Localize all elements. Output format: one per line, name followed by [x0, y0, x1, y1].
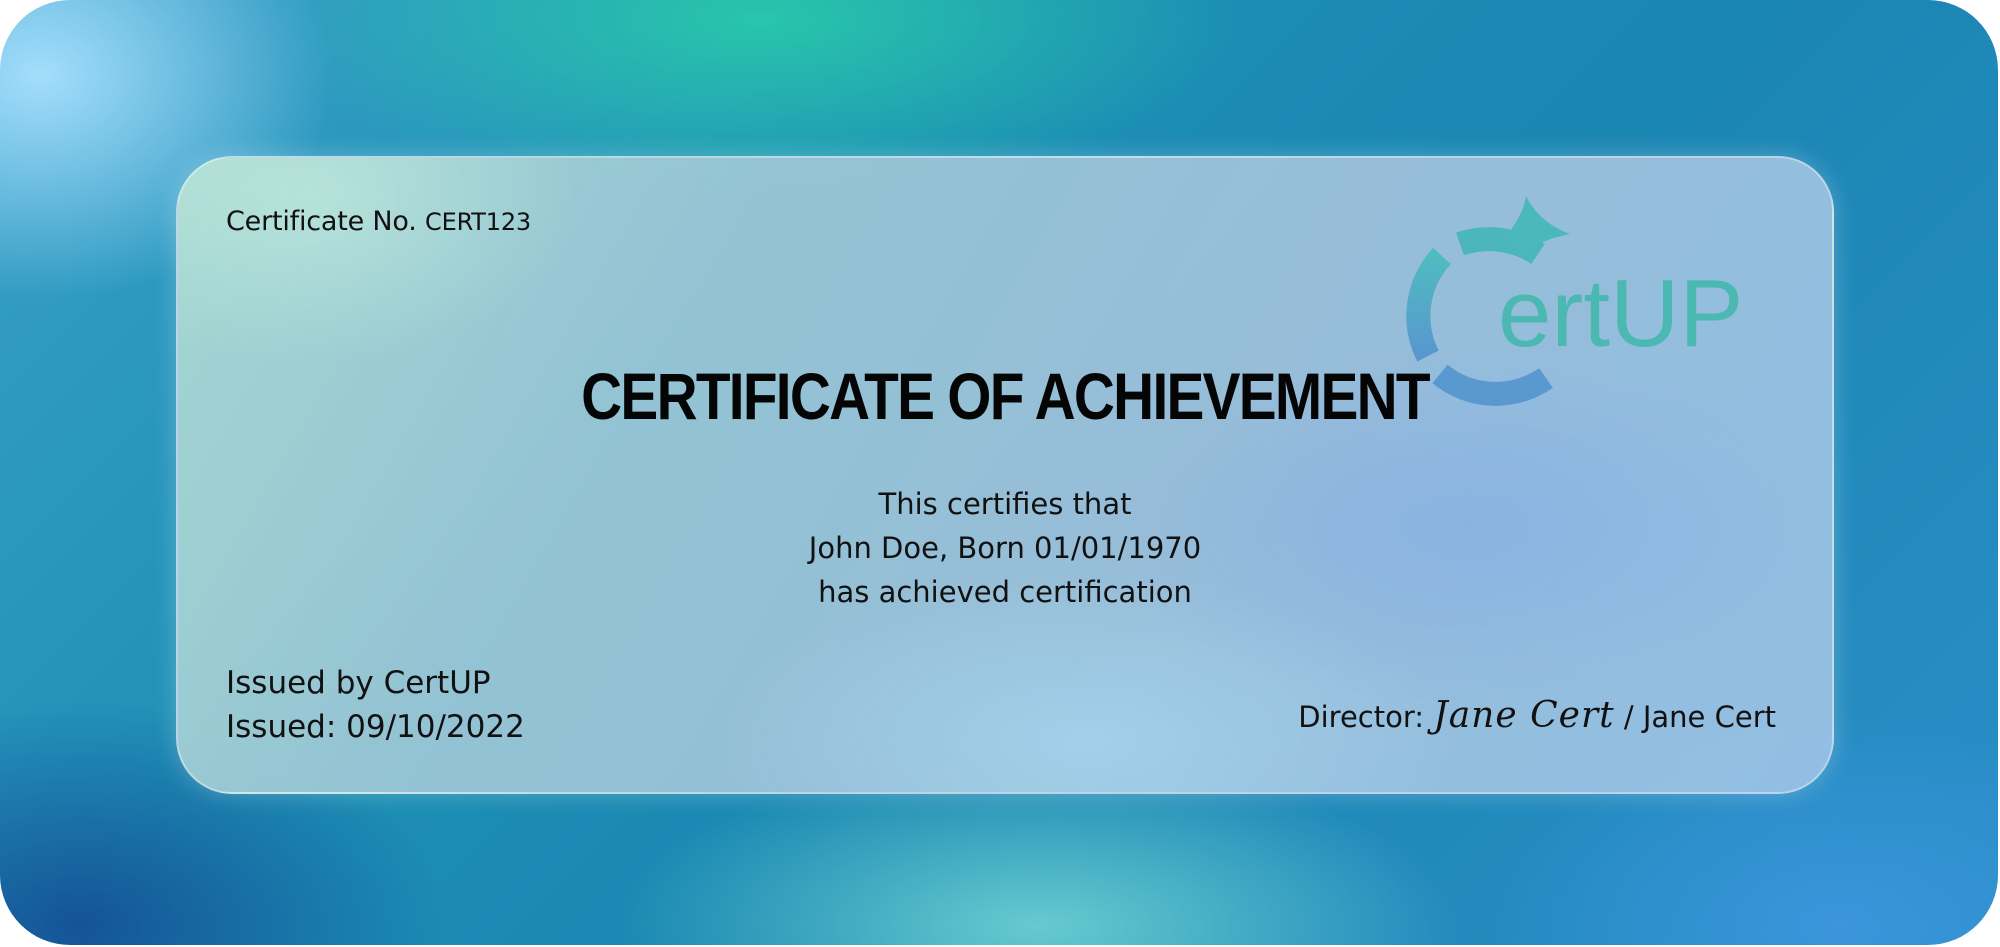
certificate-card: Certificate No. CERT123 ertUP CERTIFICAT…: [176, 156, 1834, 794]
director-name: Jane Cert: [1642, 700, 1776, 734]
page: Certificate No. CERT123 ertUP CERTIFICAT…: [0, 0, 2000, 947]
issued-by: Issued by CertUP: [226, 665, 491, 701]
certificate-number-value: CERT123: [425, 208, 531, 236]
certificate-number-label: Certificate No.: [226, 206, 417, 237]
director-separator: /: [1623, 700, 1634, 734]
certup-logo-text: ertUP: [1498, 260, 1743, 367]
body-line-certifies: This certifies that: [878, 487, 1132, 521]
director-signature: Jane Cert: [1433, 695, 1615, 736]
body-line-achievement: has achieved certification: [818, 575, 1192, 609]
director-label: Director:: [1298, 700, 1425, 734]
certificate-body: This certifies that John Doe, Born 01/01…: [178, 482, 1832, 614]
director-block: Director: Jane Cert / Jane Cert: [1298, 695, 1776, 736]
certificate-number: Certificate No. CERT123: [226, 206, 531, 237]
certificate-title: CERTIFICATE OF ACHIEVEMENT: [581, 359, 1430, 433]
body-line-recipient: John Doe, Born 01/01/1970: [808, 531, 1202, 565]
issuer-block: Issued by CertUP Issued: 09/10/2022: [226, 661, 525, 749]
issued-date: Issued: 09/10/2022: [226, 709, 525, 745]
gradient-background: Certificate No. CERT123 ertUP CERTIFICAT…: [0, 0, 1998, 945]
